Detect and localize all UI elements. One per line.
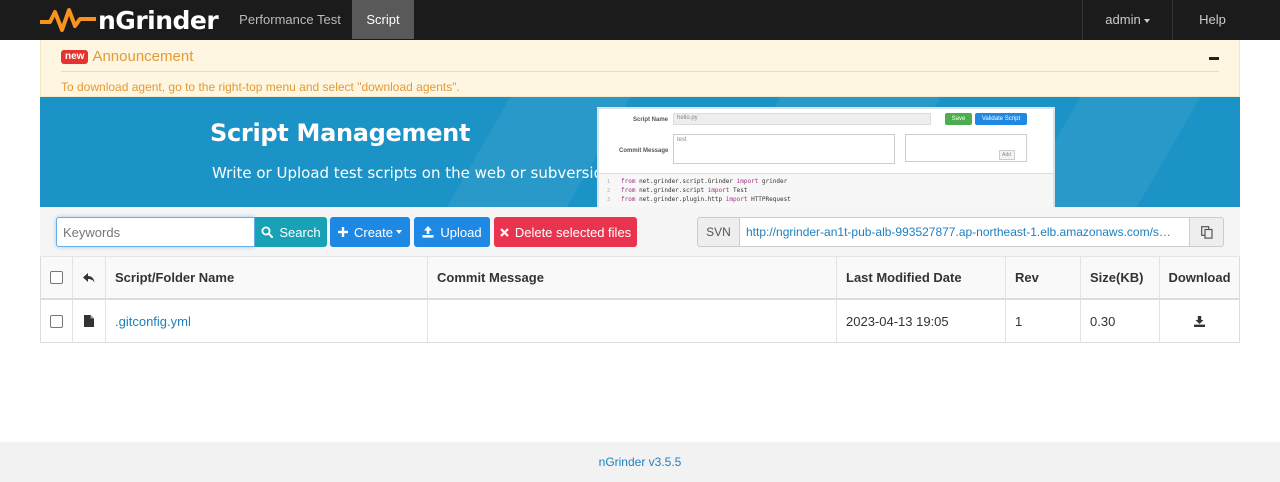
close-icon	[500, 227, 509, 237]
nav-script[interactable]: Script	[352, 0, 414, 39]
row-checkbox[interactable]	[50, 314, 63, 328]
collapse-icon[interactable]	[1209, 57, 1219, 60]
preview-label: Script Name	[633, 117, 669, 123]
preview-validate-button: Validate Script	[975, 113, 1027, 125]
create-button-label: Create	[353, 224, 394, 240]
header-checkbox-cell	[41, 257, 73, 298]
top-navbar: nGrinder Performance Test Script admin H…	[0, 0, 1280, 40]
preview-code-line: from net.grinder.plugin.http import HTTP…	[621, 196, 791, 203]
header-size[interactable]: Size(KB)	[1081, 257, 1160, 298]
search-input[interactable]	[56, 217, 255, 247]
script-toolbar: Search Create Upload Delete selected fil…	[40, 207, 1240, 257]
preview-label: Commit Message	[619, 148, 669, 154]
nav-help[interactable]: Help	[1173, 0, 1252, 39]
download-icon[interactable]	[1194, 315, 1205, 327]
banner-subtitle: Write or Upload test scripts on the web …	[212, 164, 613, 182]
preview-code-line: from net.grinder.script.Grinder import g…	[621, 178, 788, 185]
file-name-link[interactable]: .gitconfig.yml	[115, 314, 191, 329]
upload-icon	[422, 226, 434, 238]
table-row: .gitconfig.yml 2023-04-13 19:05 1 0.30	[41, 300, 1239, 342]
row-download-cell	[1160, 300, 1239, 342]
upload-button[interactable]: Upload	[414, 217, 490, 247]
preview-save-button: Save	[945, 113, 972, 125]
svn-url-link[interactable]: http://ngrinder-an1t-pub-alb-993527877.a…	[740, 217, 1190, 247]
divider	[61, 71, 1219, 72]
header-commit[interactable]: Commit Message	[428, 257, 837, 298]
svn-label: SVN	[697, 217, 740, 247]
header-name[interactable]: Script/Folder Name	[106, 257, 428, 298]
plus-icon	[337, 227, 348, 237]
brand-name: nGrinder	[98, 5, 219, 35]
header-rev[interactable]: Rev	[1006, 257, 1081, 298]
preview-line-number: 1	[607, 179, 611, 185]
svn-url-group: SVN http://ngrinder-an1t-pub-alb-9935278…	[697, 217, 1224, 247]
announcement-title: Announcement	[92, 48, 194, 65]
footer: nGrinder v3.5.5	[0, 442, 1280, 482]
row-commit-cell	[428, 300, 837, 342]
upload-button-label: Upload	[440, 224, 482, 240]
row-rev-cell: 1	[1006, 300, 1081, 342]
version-link[interactable]: nGrinder v3.5.5	[599, 455, 682, 469]
row-size-cell: 0.30	[1081, 300, 1160, 342]
row-date-cell: 2023-04-13 19:05	[837, 300, 1006, 342]
create-button[interactable]: Create	[330, 217, 410, 247]
chevron-down-icon	[1143, 18, 1150, 23]
announcement-body: To download agent, go to the right-top m…	[61, 80, 460, 94]
header-date[interactable]: Last Modified Date	[837, 257, 1006, 298]
row-checkbox-cell	[41, 300, 73, 342]
search-button-label: Search	[279, 224, 321, 240]
announcement-header: new Announcement	[61, 48, 193, 65]
header-download: Download	[1168, 270, 1231, 285]
copy-icon	[1200, 225, 1213, 239]
search-icon	[261, 226, 274, 238]
nav-performance-test[interactable]: Performance Test	[228, 0, 352, 39]
copy-url-button[interactable]	[1190, 217, 1224, 247]
file-icon	[84, 315, 94, 327]
preview-input: hello.py	[673, 113, 931, 125]
preview-code-editor: 1 from net.grinder.script.Grinder import…	[599, 173, 1053, 207]
preview-code-line: from net.grinder.script import Test	[621, 187, 748, 194]
new-badge: new	[61, 49, 89, 64]
preview-add-button: Add	[999, 150, 1015, 160]
pulse-logo-icon	[40, 8, 96, 32]
user-name: admin	[1105, 12, 1141, 27]
user-menu[interactable]: admin	[1083, 0, 1172, 39]
row-name-cell: .gitconfig.yml	[106, 300, 428, 342]
chevron-down-icon	[396, 230, 403, 234]
select-all-checkbox[interactable]	[50, 271, 63, 284]
banner-title: Script Management	[210, 119, 471, 147]
announcement-panel: new Announcement To download agent, go t…	[40, 40, 1240, 97]
script-management-banner: Script Management Write or Upload test s…	[40, 97, 1240, 207]
header-back-cell	[73, 257, 106, 298]
script-editor-preview: Script Name hello.py Save Validate Scrip…	[597, 107, 1055, 207]
delete-button-label: Delete selected files	[514, 224, 632, 240]
preview-line-number: 2	[607, 188, 611, 194]
reply-back-icon[interactable]	[83, 272, 95, 283]
row-type-cell	[73, 300, 106, 342]
table-header-row: Script/Folder Name Commit Message Last M…	[41, 257, 1239, 300]
preview-textarea: test	[673, 134, 895, 164]
preview-line-number: 3	[607, 197, 611, 203]
script-table: Script/Folder Name Commit Message Last M…	[40, 257, 1240, 343]
delete-selected-button[interactable]: Delete selected files	[494, 217, 637, 247]
ngrinder-logo[interactable]: nGrinder	[40, 4, 219, 36]
search-button[interactable]: Search	[255, 217, 327, 247]
